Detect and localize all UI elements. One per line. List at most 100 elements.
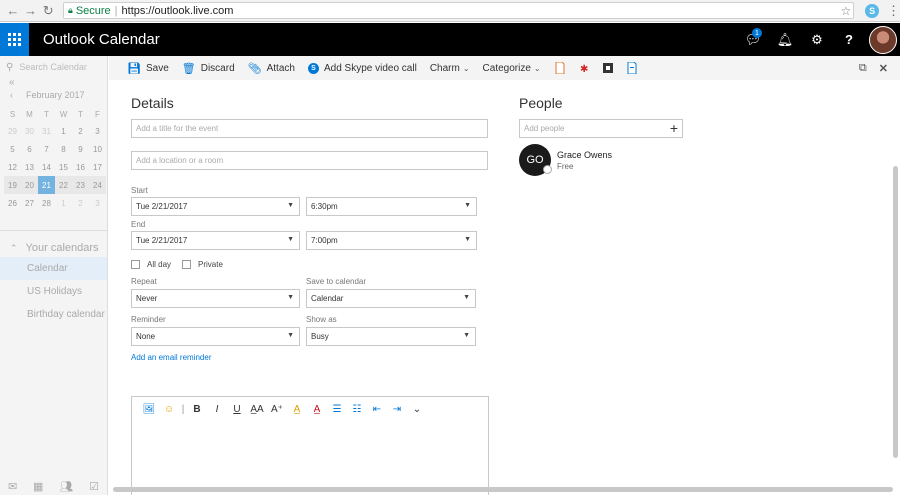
close-icon[interactable]: ✕ [879, 62, 888, 75]
back-icon[interactable]: ← [4, 2, 22, 20]
event-location-input[interactable]: Add a location or a room [131, 151, 488, 170]
calendar-day[interactable]: 26 [4, 194, 21, 212]
attendee-item[interactable]: GO Grace Owens Free [519, 144, 612, 176]
search-calendar-input[interactable]: ⚲ Search Calendar [0, 56, 107, 78]
emoji-icon[interactable]: ☺ [159, 404, 179, 415]
decrease-indent-icon[interactable]: ⇤ [367, 404, 387, 415]
repeat-dropdown[interactable]: Never ▼ [131, 289, 300, 308]
skype-chat-icon[interactable]: 💬︎ 1 [737, 23, 769, 56]
calendar-day[interactable]: 27 [21, 194, 38, 212]
calendar-day[interactable]: 29 [4, 122, 21, 140]
event-title-input[interactable]: Add a title for the event [131, 119, 488, 138]
calendar-day[interactable]: 14 [38, 158, 55, 176]
event-body-editor[interactable]: 🖼︎ ☺ | B I U A̲A A⁺ A̲ A̲ ☰ ☷ ⇤ ⇥ ⌄ [131, 396, 489, 495]
skype-extension-icon[interactable]: S [865, 3, 880, 18]
start-date-picker[interactable]: Tue 2/21/2017 ▼ [131, 197, 300, 216]
calendar-day[interactable]: 1 [55, 122, 72, 140]
private-checkbox[interactable]: Private [182, 260, 223, 269]
calendar-icon[interactable]: ▦ [33, 480, 43, 493]
collapse-sidebar-icon[interactable]: « [0, 78, 107, 88]
calendar-day[interactable]: 31 [38, 122, 55, 140]
yelp-addin-icon[interactable]: ✱ [579, 62, 589, 74]
calendar-day[interactable]: 16 [72, 158, 89, 176]
discard-button[interactable]: 🗑︎ Discard [182, 62, 235, 75]
app-launcher-icon[interactable] [0, 23, 29, 56]
mail-icon[interactable]: ✉ [8, 480, 17, 493]
add-skype-call-button[interactable]: S Add Skype video call [307, 62, 417, 74]
address-bar[interactable]: 🔒︎ Secure | https://outlook.live.com ☆ [63, 2, 855, 19]
calendar-day[interactable]: 20 [21, 176, 38, 194]
categorize-dropdown[interactable]: Categorize ⌄ [483, 63, 541, 74]
bookmark-star-icon[interactable]: ☆ [841, 3, 852, 19]
calendar-day[interactable]: 8 [55, 140, 72, 158]
calendar-day[interactable]: 13 [21, 158, 38, 176]
calendar-list-item[interactable]: US Holidays [0, 280, 107, 303]
add-email-reminder-link[interactable]: Add an email reminder [131, 353, 211, 362]
calendar-day[interactable]: 3 [89, 122, 106, 140]
attach-label: Attach [266, 62, 295, 74]
horizontal-scrollbar[interactable] [113, 487, 893, 492]
attach-button[interactable]: 📎︎ Attach [248, 62, 295, 75]
reminder-dropdown[interactable]: None ▼ [131, 327, 300, 346]
reload-icon[interactable]: ↻ [39, 2, 57, 20]
start-time-picker[interactable]: 6:30pm ▼ [306, 197, 477, 216]
end-date-picker[interactable]: Tue 2/21/2017 ▼ [131, 231, 300, 250]
calendar-day[interactable]: 2 [72, 122, 89, 140]
calendar-day[interactable]: 9 [72, 140, 89, 158]
tasks-icon[interactable]: ☑ [89, 480, 99, 493]
calendar-day[interactable]: 17 [89, 158, 106, 176]
calendar-day[interactable]: 10 [89, 140, 106, 158]
plus-icon[interactable]: + [670, 121, 678, 135]
charm-dropdown[interactable]: Charm ⌄ [430, 63, 470, 74]
save-to-calendar-dropdown[interactable]: Calendar ▼ [306, 289, 476, 308]
increase-indent-icon[interactable]: ⇥ [387, 404, 407, 415]
vertical-scrollbar[interactable] [893, 166, 898, 458]
calendar-day[interactable]: 3 [89, 194, 106, 212]
font-color-icon[interactable]: A̲ [307, 404, 327, 415]
calendar-day[interactable]: 30 [21, 122, 38, 140]
calendar-day[interactable]: 5 [4, 140, 21, 158]
app-addin-icon[interactable] [602, 62, 613, 74]
calendar-list-item[interactable]: Calendar [0, 257, 107, 280]
previous-month-icon[interactable]: ‹ [0, 90, 26, 100]
calendar-day[interactable]: 22 [55, 176, 72, 194]
calendar-day[interactable]: 6 [21, 140, 38, 158]
save-button[interactable]: 💾︎ Save [127, 62, 169, 75]
calendar-day[interactable]: 24 [89, 176, 106, 194]
font-size-icon[interactable]: A̲A [247, 404, 267, 415]
end-time-picker[interactable]: 7:00pm ▼ [306, 231, 477, 250]
italic-button[interactable]: I [207, 404, 227, 415]
underline-button[interactable]: U [227, 404, 247, 415]
bold-button[interactable]: B [187, 404, 207, 415]
document-addin-icon[interactable] [555, 62, 565, 74]
people-icon[interactable]: 👥︎ [59, 480, 73, 493]
your-calendars-toggle[interactable]: ⌃ Your calendars [0, 239, 107, 257]
calendar-day[interactable]: 7 [38, 140, 55, 158]
calendar-day[interactable]: 1 [55, 194, 72, 212]
forward-icon[interactable]: → [22, 2, 40, 20]
calendar-day-selected[interactable]: 21 [38, 176, 55, 194]
browser-menu-icon[interactable]: ⋮ [887, 3, 900, 19]
calendar-day[interactable]: 28 [38, 194, 55, 212]
calendar-day[interactable]: 19 [4, 176, 21, 194]
highlight-icon[interactable]: A̲ [287, 404, 307, 415]
more-formatting-icon[interactable]: ⌄ [407, 404, 427, 415]
show-as-dropdown[interactable]: Busy ▼ [306, 327, 476, 346]
user-avatar[interactable] [869, 25, 897, 54]
all-day-checkbox[interactable]: All day [131, 260, 171, 269]
add-people-input[interactable]: Add people + [519, 119, 683, 138]
bullet-list-icon[interactable]: ☰ [327, 404, 347, 415]
insert-image-icon[interactable]: 🖼︎ [139, 404, 159, 415]
note-addin-icon[interactable] [627, 62, 637, 74]
popout-icon[interactable]: ⧉ [859, 62, 867, 75]
numbered-list-icon[interactable]: ☷ [347, 404, 367, 415]
calendar-day[interactable]: 15 [55, 158, 72, 176]
calendar-day[interactable]: 23 [72, 176, 89, 194]
calendar-day[interactable]: 2 [72, 194, 89, 212]
gear-icon[interactable]: ⚙ [801, 23, 833, 56]
help-icon[interactable]: ? [833, 23, 865, 56]
calendar-day[interactable]: 12 [4, 158, 21, 176]
bell-icon[interactable]: 🔔︎ [769, 23, 801, 56]
grow-font-icon[interactable]: A⁺ [267, 404, 287, 415]
calendar-list-item[interactable]: Birthday calendar [0, 303, 107, 326]
